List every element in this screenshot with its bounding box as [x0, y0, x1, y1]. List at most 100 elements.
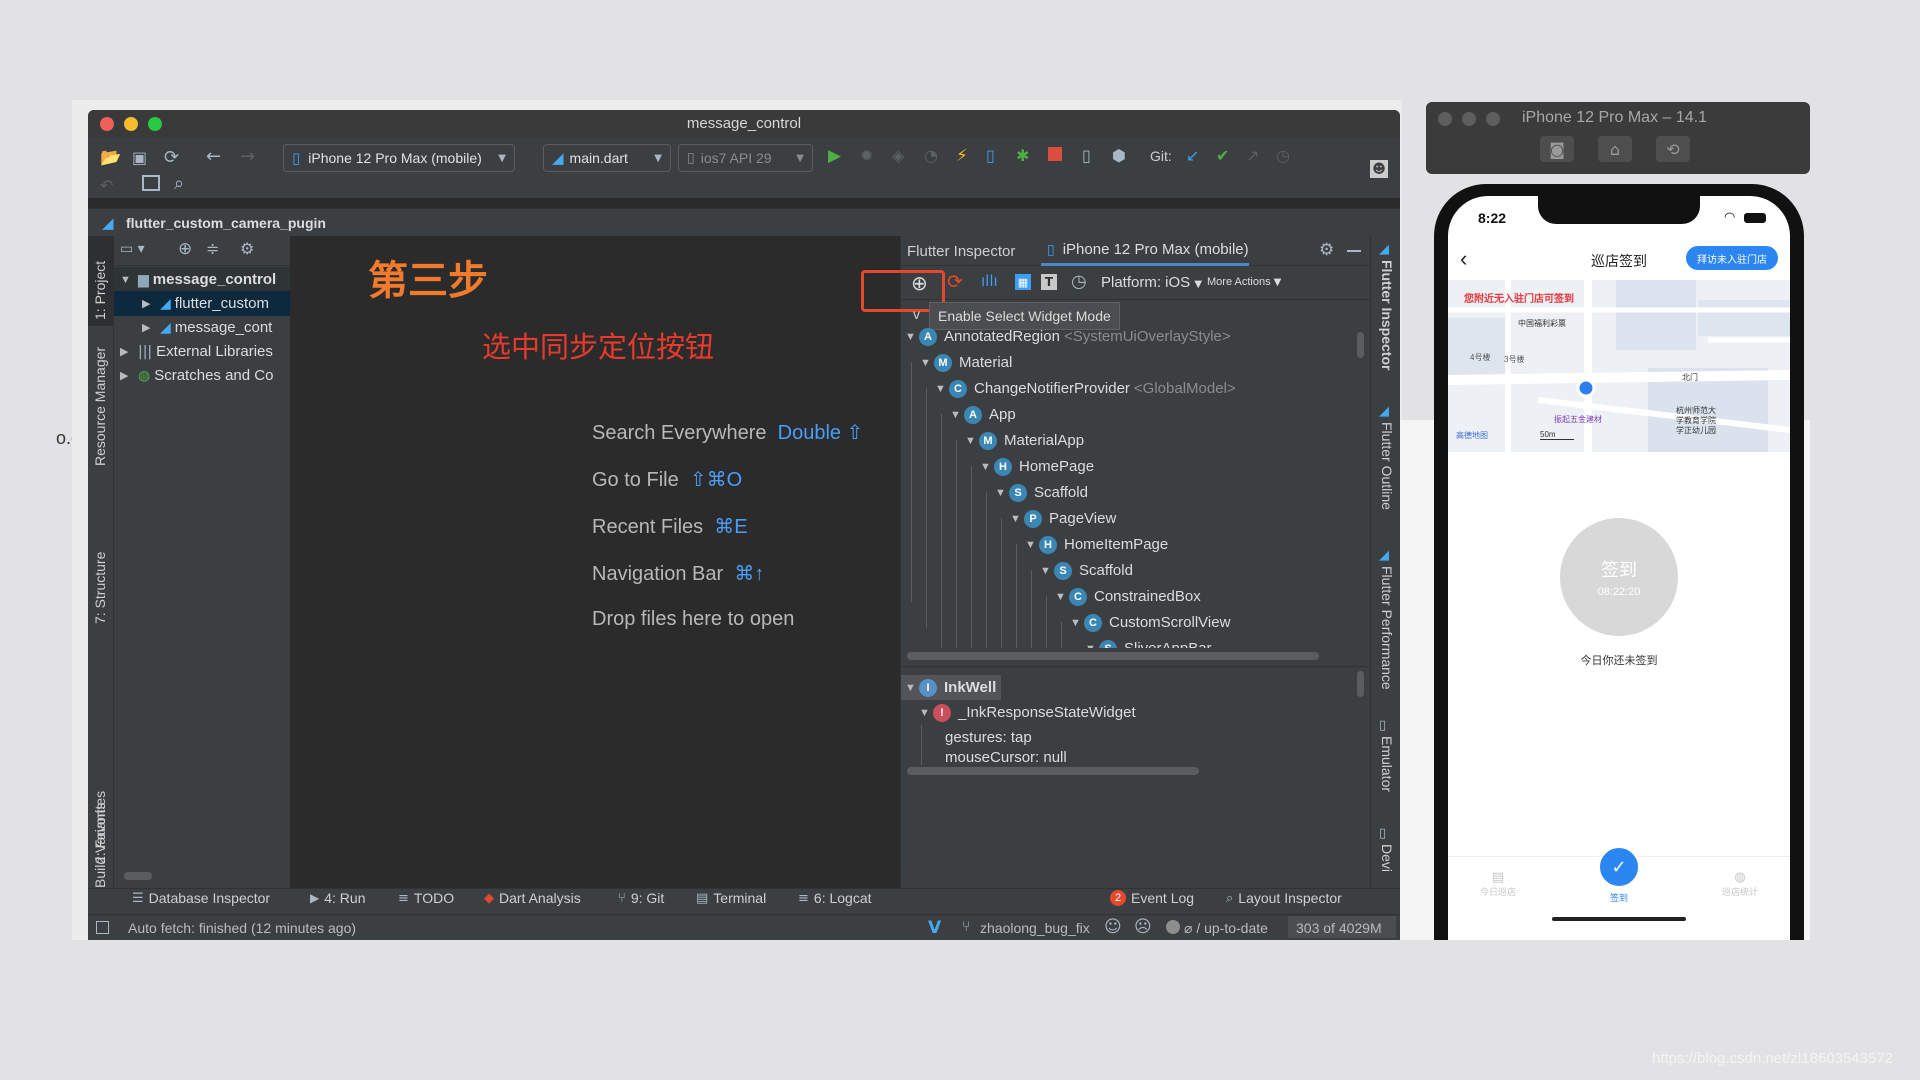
project-view-icon[interactable]: ▭ ▾: [120, 241, 145, 257]
text-baseline-icon[interactable]: T: [1041, 274, 1057, 290]
expand-icon[interactable]: ▼: [920, 357, 934, 369]
screenshot-icon[interactable]: ◙: [1540, 136, 1574, 162]
status-panel-icon[interactable]: [96, 921, 109, 934]
git-update-icon[interactable]: ↙: [1186, 146, 1199, 165]
save-icon[interactable]: ▣: [132, 148, 147, 167]
tree-item-module[interactable]: ▶ ◢ message_cont: [114, 315, 290, 340]
frown-icon[interactable]: ☹: [1134, 917, 1152, 937]
device-selector[interactable]: ▯ iPhone 12 Pro Max (mobile) ▼: [283, 144, 515, 172]
widget-tree-row[interactable]: ▼ A App: [950, 402, 1020, 427]
expand-icon[interactable]: ▼: [995, 487, 1009, 499]
bottom-tab-layout-inspector[interactable]: ⌕ Layout Inspector: [1226, 890, 1342, 906]
bottom-tab-logcat[interactable]: ≡ 6: Logcat: [798, 890, 872, 906]
apply-changes-icon[interactable]: ▯: [986, 146, 995, 165]
breadcrumb-project[interactable]: flutter_custom_camera_pugin: [126, 215, 326, 231]
tree-horizontal-scrollbar[interactable]: [907, 652, 1319, 660]
minimize-icon[interactable]: [1347, 250, 1361, 252]
rotate-icon[interactable]: ⟲: [1656, 136, 1690, 162]
run-icon[interactable]: ▶: [828, 146, 841, 166]
coverage-icon[interactable]: ◈: [892, 146, 904, 165]
user-avatar-icon[interactable]: ☻: [1370, 160, 1388, 178]
slow-animations-icon[interactable]: ◷: [1071, 271, 1087, 292]
details-vertical-scrollbar[interactable]: [1357, 671, 1364, 697]
profile-icon[interactable]: ◔: [924, 146, 938, 165]
map-view[interactable]: 您附近无入驻门店可签到 中国福利彩票 4号楼 3号楼 北门 杭州师范大学教育学院…: [1448, 280, 1790, 452]
locate-icon[interactable]: ⊕: [178, 239, 192, 259]
expand-icon[interactable]: ▼: [905, 331, 919, 343]
expand-icon[interactable]: ▼: [950, 409, 964, 421]
sdk-manager-icon[interactable]: ⬢: [1112, 146, 1126, 165]
tool-tab-emulator[interactable]: Emulator: [1379, 736, 1395, 792]
debug-icon[interactable]: ✹: [860, 146, 873, 165]
widget-tree-row[interactable]: ▼S SliverAppBar: [1085, 636, 1216, 648]
details-row-state[interactable]: ▼ ! _InkResponseStateWidget: [915, 700, 1136, 725]
run-config-selector[interactable]: ◢ main.dart ▼: [543, 144, 671, 172]
search-icon[interactable]: ⌕: [174, 173, 184, 194]
bottom-tab-database-inspector[interactable]: ☰ Database Inspector: [132, 890, 270, 906]
tree-item-scratches[interactable]: ▶ ◍ Scratches and Co: [114, 363, 290, 388]
widget-tree-row[interactable]: ▼ C ConstrainedBox: [1055, 584, 1205, 609]
widget-tree-row[interactable]: ▼ S Scaffold: [995, 480, 1092, 505]
platform-dropdown[interactable]: Platform: iOS ▼: [1101, 274, 1202, 291]
attach-debugger-icon[interactable]: ✱: [1016, 146, 1029, 165]
expand-icon[interactable]: ▼: [1055, 591, 1069, 603]
nav-item-today[interactable]: ▤ 今日巡店: [1468, 869, 1528, 898]
tool-tab-build-variants[interactable]: Build Variants: [92, 803, 108, 888]
horizontal-scrollbar[interactable]: [124, 872, 152, 880]
gear-icon[interactable]: ⚙: [240, 239, 254, 258]
expand-icon[interactable]: ▼: [1040, 565, 1054, 577]
expand-icon[interactable]: ▼: [1025, 539, 1039, 551]
gear-icon[interactable]: ⚙: [1319, 240, 1334, 260]
bottom-tab-git[interactable]: ⑂ 9: Git: [618, 890, 664, 906]
expand-icon[interactable]: ▼: [1010, 513, 1024, 525]
git-commit-icon[interactable]: ✔: [1216, 146, 1229, 165]
widget-tree-row[interactable]: ▼ P PageView: [1010, 506, 1120, 531]
more-actions-dropdown[interactable]: More Actions ▼: [1207, 276, 1281, 288]
device-manager-icon[interactable]: ▯: [1082, 146, 1091, 165]
tool-tab-project[interactable]: 1: Project: [92, 261, 108, 320]
tree-item-root[interactable]: ▼ ▆ message_control: [114, 267, 290, 292]
tab-device[interactable]: ▯ iPhone 12 Pro Max (mobile): [1041, 236, 1249, 266]
sim-maximize-button[interactable]: [1486, 112, 1500, 126]
tab-flutter-inspector[interactable]: Flutter Inspector: [907, 243, 1015, 260]
visit-store-button[interactable]: 拜访未入驻门店: [1686, 246, 1778, 270]
bottom-tab-terminal[interactable]: ▤ Terminal: [696, 890, 766, 906]
forward-arrow-icon[interactable]: →: [240, 146, 255, 167]
sim-minimize-button[interactable]: [1462, 112, 1476, 126]
expand-icon[interactable]: ▼: [965, 435, 979, 447]
widget-tree-row[interactable]: ▼ A AnnotatedRegion <SystemUiOverlayStyle>: [905, 326, 1231, 349]
tool-tab-flutter-outline[interactable]: Flutter Outline: [1379, 422, 1395, 510]
bottom-tab-run[interactable]: ▶ 4: Run: [310, 890, 365, 906]
git-history-icon[interactable]: ◷: [1276, 146, 1290, 165]
widget-tree-row[interactable]: ▼ S Scaffold: [1040, 558, 1137, 583]
collapse-icon[interactable]: ≑: [206, 239, 219, 258]
back-arrow-icon[interactable]: ←: [206, 146, 221, 167]
expand-icon[interactable]: ▼: [1085, 643, 1099, 649]
expand-icon[interactable]: ▼: [935, 383, 949, 395]
expand-icon[interactable]: ▼: [980, 461, 994, 473]
details-row-inkwell[interactable]: ▼ I InkWell: [901, 675, 1001, 700]
hot-reload-icon[interactable]: ⚡: [956, 146, 968, 166]
widget-tree-row[interactable]: ▼ H HomePage: [980, 454, 1098, 479]
git-push-icon[interactable]: ↗: [1246, 146, 1259, 165]
smile-icon[interactable]: ☺: [1104, 917, 1122, 937]
undo-icon[interactable]: ↶: [100, 176, 113, 195]
widget-tree-row[interactable]: ▼ M Material: [920, 350, 1016, 375]
home-icon[interactable]: ⌂: [1598, 136, 1632, 162]
checkin-button[interactable]: 签到 08:22:20: [1560, 518, 1678, 636]
tool-tab-flutter-performance[interactable]: Flutter Performance: [1379, 566, 1395, 690]
sim-close-button[interactable]: [1438, 112, 1452, 126]
tool-tab-device[interactable]: Devi: [1379, 844, 1395, 872]
expand-icon[interactable]: ▼: [1070, 617, 1084, 629]
details-horizontal-scrollbar[interactable]: [907, 767, 1199, 775]
widget-tree-row[interactable]: ▼ H HomeItemPage: [1025, 532, 1172, 557]
status-branch[interactable]: zhaolong_bug_fix: [980, 920, 1090, 936]
widget-tree-row[interactable]: ▼ C ChangeNotifierProvider <GlobalModel>: [935, 376, 1236, 401]
refresh-tree-icon[interactable]: ⟳: [947, 271, 963, 293]
debug-paint-icon[interactable]: ▦: [1015, 274, 1031, 290]
tree-item-external-libraries[interactable]: ▶ ||| External Libraries: [114, 339, 290, 364]
bottom-tab-event-log[interactable]: 2 Event Log: [1110, 890, 1194, 906]
sync-icon[interactable]: ⟳: [164, 147, 179, 168]
nav-item-stats[interactable]: ◍ 巡店统计: [1710, 869, 1770, 898]
tree-vertical-scrollbar[interactable]: [1357, 332, 1364, 358]
